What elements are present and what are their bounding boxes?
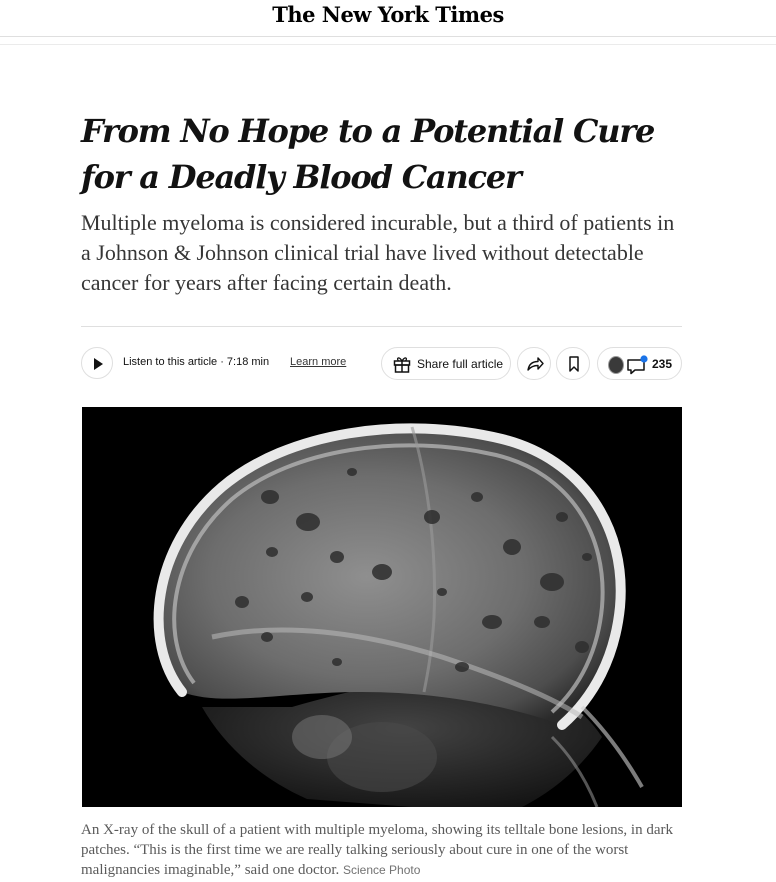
- share-arrow-icon: [527, 357, 544, 371]
- bookmark-icon: [569, 356, 579, 372]
- masthead: The New York Times: [0, 0, 776, 37]
- listen-label: Listen to this article · 7:18 min: [123, 356, 270, 368]
- article-summary: Multiple myeloma is considered incurable…: [81, 210, 675, 295]
- nyt-logo[interactable]: The New York Times: [0, 2, 776, 27]
- photo-credit: Science Photo: [343, 863, 421, 877]
- share-button[interactable]: [517, 347, 551, 380]
- photo-caption: An X-ray of the skull of a patient with …: [81, 820, 681, 880]
- article-toolbar: Listen to this article · 7:18 min Learn …: [81, 347, 682, 381]
- article-photo: [82, 407, 682, 807]
- article-headline: From No Hope to a Potential Cure for a D…: [81, 112, 655, 196]
- share-full-article-button[interactable]: Share full article: [381, 347, 511, 380]
- play-icon: [94, 358, 103, 370]
- comments-button[interactable]: 235: [597, 347, 682, 380]
- comment-bubble-icon: [627, 355, 648, 375]
- commenter-avatar: [608, 356, 624, 374]
- listen-play-button[interactable]: [81, 347, 113, 379]
- gift-icon: [393, 357, 411, 373]
- learn-more-link[interactable]: Learn more: [290, 356, 346, 368]
- save-bookmark-button[interactable]: [556, 347, 590, 380]
- skull-xray-image: [82, 407, 682, 807]
- share-full-article-label: Share full article: [417, 357, 504, 371]
- comment-count: 235: [652, 357, 673, 371]
- masthead-divider: [0, 44, 776, 45]
- toolbar-divider: [81, 326, 682, 327]
